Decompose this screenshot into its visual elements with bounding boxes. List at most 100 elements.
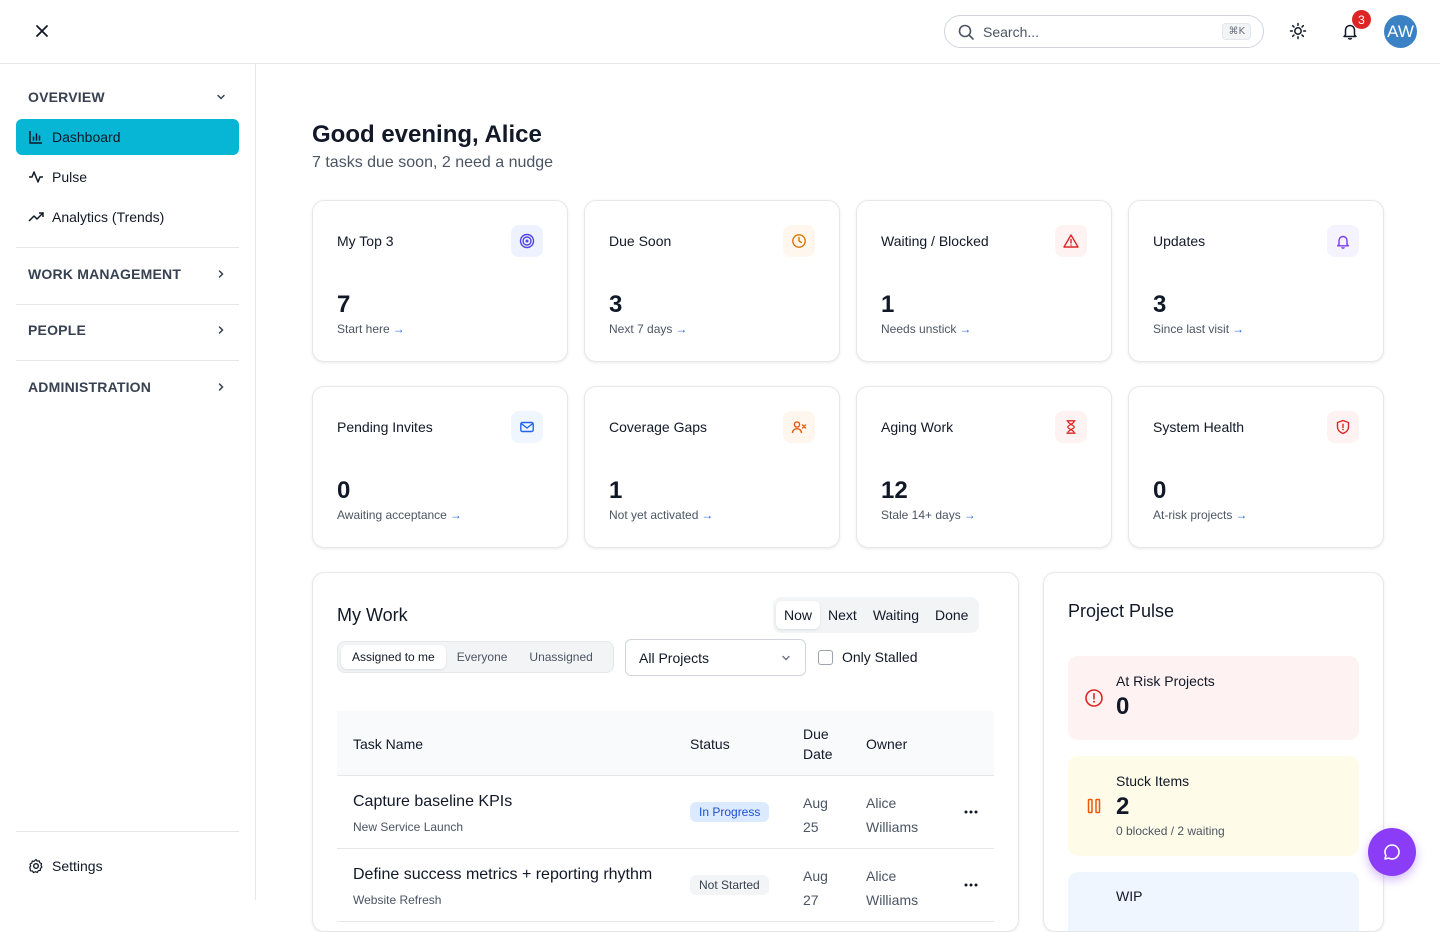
project-select[interactable]: All Projects bbox=[625, 639, 806, 676]
card-title: Pending Invites bbox=[337, 419, 433, 435]
stuck-items-tile[interactable]: Stuck Items 2 0 blocked / 2 waiting bbox=[1068, 756, 1359, 856]
sidebar-divider bbox=[16, 304, 239, 305]
sidebar-section-people[interactable]: PEOPLE bbox=[16, 317, 239, 343]
sidebar-item-pulse[interactable]: Pulse bbox=[16, 159, 239, 195]
clock-icon bbox=[783, 225, 815, 257]
card-value: 7 bbox=[337, 291, 351, 318]
chevron-right-icon bbox=[218, 326, 224, 334]
only-stalled-checkbox[interactable]: Only Stalled bbox=[818, 649, 917, 665]
column-header-due-date[interactable]: Due Date bbox=[803, 711, 847, 776]
status-badge: Not Started bbox=[690, 875, 769, 895]
bell-icon bbox=[1327, 225, 1359, 257]
card-value: 0 bbox=[337, 477, 351, 504]
card-link[interactable]: Not yet activated → bbox=[609, 508, 713, 522]
chat-bubble-icon bbox=[1384, 844, 1400, 860]
chevron-right-icon bbox=[218, 270, 224, 278]
task-due-date: Aug 27 bbox=[803, 868, 828, 908]
wip-tile[interactable]: WIP bbox=[1068, 872, 1359, 931]
card-title: Aging Work bbox=[881, 419, 954, 435]
card-title: Due Soon bbox=[609, 233, 672, 249]
sidebar-divider bbox=[16, 831, 239, 832]
column-header-task-name[interactable]: Task Name bbox=[353, 711, 423, 776]
tile-value: 2 bbox=[1116, 793, 1130, 820]
table-row[interactable]: Define success metrics + reporting rhyth… bbox=[337, 849, 994, 922]
card-subtitle: At-risk projects bbox=[1153, 508, 1233, 522]
card-link[interactable]: Next 7 days → bbox=[609, 322, 687, 336]
stat-card-pending-invites[interactable]: Pending Invites 0 Awaiting acceptance → bbox=[312, 386, 568, 548]
task-owner: Alice Williams bbox=[866, 868, 919, 908]
tile-subtitle: 0 blocked / 2 waiting bbox=[1116, 824, 1225, 838]
stat-card-waiting-blocked[interactable]: Waiting / Blocked 1 Needs unstick → bbox=[856, 200, 1112, 362]
card-link[interactable]: At-risk projects → bbox=[1153, 508, 1247, 522]
stat-card-aging-work[interactable]: Aging Work 12 Stale 14+ days → bbox=[856, 386, 1112, 548]
chevron-down-icon bbox=[217, 94, 225, 100]
project-pulse-panel: Project Pulse At Risk Projects 0 Stuck I… bbox=[1043, 572, 1384, 932]
card-link[interactable]: Since last visit → bbox=[1153, 322, 1244, 336]
sidebar-section-administration[interactable]: ADMINISTRATION bbox=[16, 374, 239, 400]
card-link[interactable]: Awaiting acceptance → bbox=[337, 508, 462, 522]
tab-next[interactable]: Next bbox=[820, 601, 865, 629]
card-link[interactable]: Stale 14+ days → bbox=[881, 508, 976, 522]
search-bar[interactable]: ⌘K bbox=[944, 15, 1264, 48]
task-name[interactable]: Define success metrics + reporting rhyth… bbox=[353, 866, 652, 884]
at-risk-projects-tile[interactable]: At Risk Projects 0 bbox=[1068, 656, 1359, 740]
row-actions-button[interactable] bbox=[961, 800, 981, 824]
stat-card-my-top-3[interactable]: My Top 3 7 Start here → bbox=[312, 200, 568, 362]
sidebar-item-analytics[interactable]: Analytics (Trends) bbox=[16, 199, 239, 235]
page-title: Good evening, Alice bbox=[312, 121, 542, 148]
task-name[interactable]: Capture baseline KPIs bbox=[353, 793, 512, 811]
status-badge: In Progress bbox=[690, 802, 770, 822]
sidebar-section-work-management[interactable]: WORK MANAGEMENT bbox=[16, 261, 239, 287]
gear-icon bbox=[28, 858, 44, 874]
filter-assigned-to-me[interactable]: Assigned to me bbox=[341, 645, 446, 669]
task-project: Website Refresh bbox=[353, 893, 442, 907]
stat-card-coverage-gaps[interactable]: Coverage Gaps 1 Not yet activated → bbox=[584, 386, 840, 548]
search-icon bbox=[957, 23, 975, 41]
activity-icon bbox=[28, 169, 44, 185]
card-link[interactable]: Start here → bbox=[337, 322, 405, 336]
row-actions-button[interactable] bbox=[961, 873, 981, 897]
column-header-owner[interactable]: Owner bbox=[866, 711, 907, 776]
card-subtitle: Awaiting acceptance bbox=[337, 508, 447, 522]
filter-everyone[interactable]: Everyone bbox=[446, 645, 519, 669]
card-value: 12 bbox=[881, 477, 908, 504]
more-horizontal-icon bbox=[964, 883, 978, 887]
sidebar-item-dashboard[interactable]: Dashboard bbox=[16, 119, 239, 155]
stat-card-updates[interactable]: Updates 3 Since last visit → bbox=[1128, 200, 1384, 362]
project-select-value: All Projects bbox=[639, 649, 710, 666]
pause-icon bbox=[1084, 796, 1104, 816]
sidebar-item-label: Analytics (Trends) bbox=[52, 209, 165, 225]
close-sidebar-button[interactable] bbox=[30, 19, 54, 43]
project-pulse-title: Project Pulse bbox=[1068, 601, 1175, 621]
arrow-right-icon: → bbox=[959, 322, 972, 336]
filter-unassigned[interactable]: Unassigned bbox=[518, 645, 603, 669]
tab-now[interactable]: Now bbox=[776, 601, 821, 629]
sun-icon bbox=[1289, 22, 1307, 40]
tab-done[interactable]: Done bbox=[927, 601, 976, 629]
arrow-right-icon: → bbox=[1235, 508, 1248, 522]
column-header-status[interactable]: Status bbox=[690, 711, 730, 776]
chat-button[interactable] bbox=[1368, 828, 1416, 876]
card-link[interactable]: Needs unstick → bbox=[881, 322, 971, 336]
arrow-right-icon: → bbox=[392, 322, 405, 336]
stat-card-due-soon[interactable]: Due Soon 3 Next 7 days → bbox=[584, 200, 840, 362]
sidebar-section-label: PEOPLE bbox=[28, 322, 86, 338]
arrow-right-icon: → bbox=[963, 508, 976, 522]
card-title: My Top 3 bbox=[337, 233, 394, 249]
user-avatar[interactable]: AW bbox=[1384, 15, 1417, 48]
stat-card-system-health[interactable]: System Health 0 At-risk projects → bbox=[1128, 386, 1384, 548]
bar-chart-icon bbox=[28, 129, 44, 145]
sidebar-item-settings[interactable]: Settings bbox=[16, 848, 239, 884]
card-title: System Health bbox=[1153, 419, 1245, 435]
tab-waiting[interactable]: Waiting bbox=[865, 601, 927, 629]
more-horizontal-icon bbox=[964, 810, 978, 814]
card-title: Updates bbox=[1153, 233, 1206, 249]
table-row[interactable]: Capture baseline KPIs New Service Launch… bbox=[337, 776, 994, 849]
target-icon bbox=[511, 225, 543, 257]
sidebar-section-overview[interactable]: OVERVIEW bbox=[16, 84, 239, 110]
checkbox-box[interactable] bbox=[818, 649, 833, 665]
theme-toggle-button[interactable] bbox=[1286, 19, 1310, 43]
search-shortcut-hint: ⌘K bbox=[1222, 23, 1251, 40]
page-subtitle: 7 tasks due soon, 2 need a nudge bbox=[312, 154, 554, 171]
search-input[interactable] bbox=[983, 23, 1223, 40]
